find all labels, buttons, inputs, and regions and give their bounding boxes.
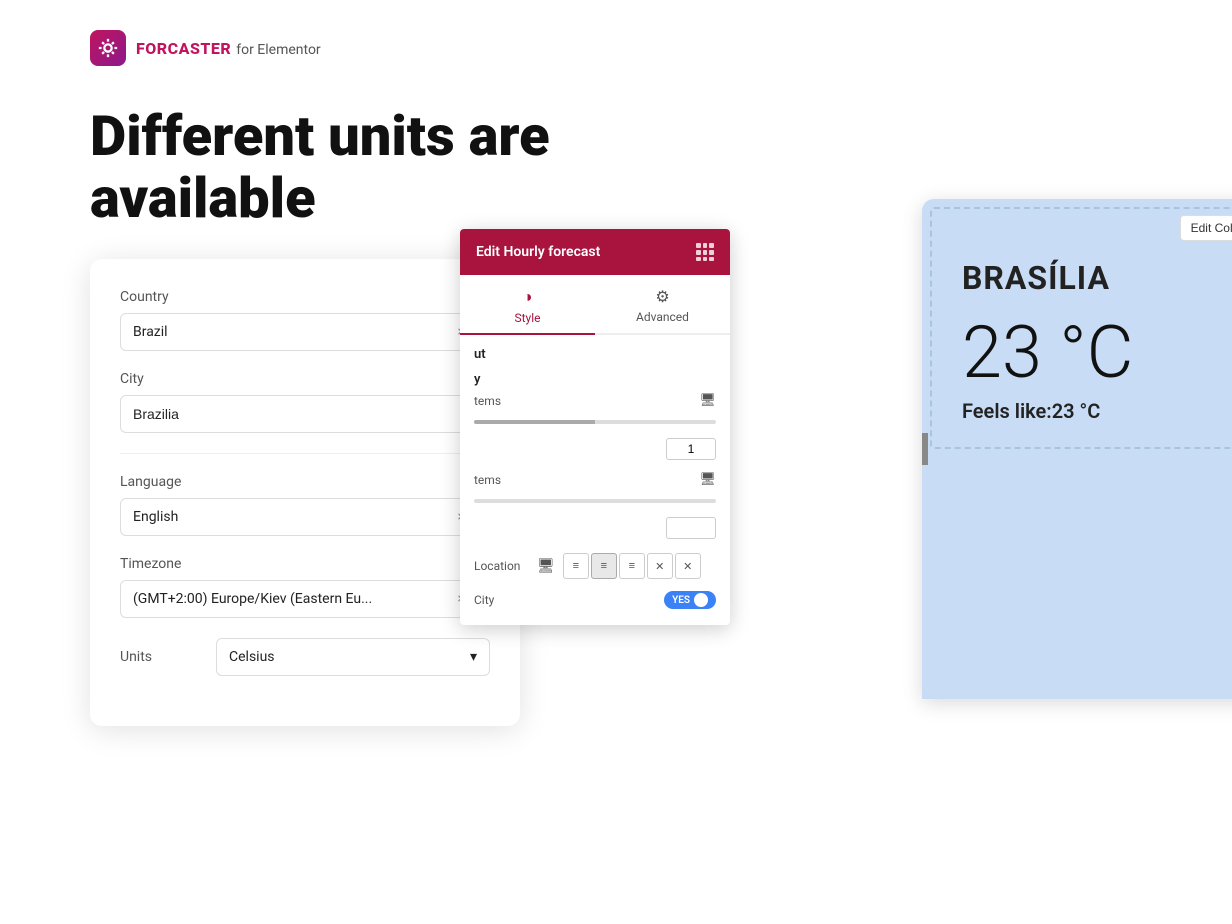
- align-right-btn[interactable]: ≡: [619, 553, 645, 579]
- edit-column-button[interactable]: Edit Column: [1180, 215, 1232, 241]
- weather-temperature: 23 °C: [962, 317, 1232, 389]
- panel-tabs: ◑ Style ⚙ Advanced: [460, 275, 730, 335]
- monitor-icon-1: 🖥: [699, 393, 716, 408]
- tab-advanced-label: Advanced: [636, 310, 689, 324]
- city-toggle[interactable]: YES: [664, 591, 716, 609]
- monitor-icon-2: 🖥: [699, 472, 716, 487]
- page-title: Different units are available: [90, 106, 640, 229]
- logo-text: FORCASTER for Elementor: [136, 39, 321, 58]
- section-label-1: ut: [474, 347, 716, 362]
- items-label-tems-2: tems: [474, 473, 501, 487]
- weather-preview-card: Edit Column ▣ ‹ BRASÍLIA 23 °C Feels lik…: [922, 199, 1232, 699]
- number-input-2[interactable]: [666, 517, 716, 539]
- style-icon: ◑: [523, 287, 533, 307]
- advanced-icon: ⚙: [655, 287, 669, 306]
- panel-slider-1[interactable]: [474, 420, 716, 424]
- align-buttons: ≡ ≡ ≡ ✕ ✕: [563, 553, 701, 579]
- edit-panel-title: Edit Hourly forecast: [476, 244, 600, 260]
- timezone-field: Timezone (GMT+2:00) Europe/Kiev (Eastern…: [120, 556, 490, 618]
- align-center-btn[interactable]: ≡: [591, 553, 617, 579]
- panel-slider-2[interactable]: [474, 499, 716, 503]
- collapse-arrow[interactable]: ‹: [922, 433, 928, 465]
- units-select[interactable]: Celsius ▾: [216, 638, 490, 676]
- tab-advanced[interactable]: ⚙ Advanced: [595, 275, 730, 333]
- country-value: Brazil: [133, 324, 457, 340]
- location-label: Location: [474, 559, 529, 573]
- header: FORCASTER for Elementor: [0, 0, 1232, 86]
- panel-content: ut y tems 🖥 tems 🖥 Locat: [460, 335, 730, 625]
- tab-style-label: Style: [514, 311, 540, 325]
- logo-icon: [90, 30, 126, 66]
- items-label-y: y: [474, 372, 716, 387]
- align-x2-btn[interactable]: ✕: [675, 553, 701, 579]
- language-value: English: [133, 509, 457, 525]
- weather-feels-like: Feels like:23 °C: [962, 399, 1232, 423]
- location-row: Location 🖥 ≡ ≡ ≡ ✕ ✕: [474, 553, 716, 579]
- main-content: Country Brazil × ▾ City Language English…: [0, 259, 1232, 726]
- timezone-value: (GMT+2:00) Europe/Kiev (Eastern Eu...: [133, 591, 457, 607]
- units-label: Units: [120, 649, 200, 665]
- city-toggle-row: City YES: [474, 587, 716, 613]
- language-select[interactable]: English × ▾: [120, 498, 490, 536]
- logo-sub: for Elementor: [236, 42, 320, 58]
- weather-city-name: BRASÍLIA: [962, 259, 1232, 297]
- items-row-1: tems 🖥: [474, 393, 716, 408]
- settings-form-card: Country Brazil × ▾ City Language English…: [90, 259, 520, 726]
- edit-panel: Edit Hourly forecast ◑ Style ⚙ Advanced …: [460, 229, 730, 625]
- logo-brand: FORCASTER: [136, 39, 231, 58]
- items-label-tems: tems: [474, 394, 501, 408]
- items-row-2: tems 🖥: [474, 472, 716, 487]
- timezone-select[interactable]: (GMT+2:00) Europe/Kiev (Eastern Eu... × …: [120, 580, 490, 618]
- country-select[interactable]: Brazil × ▾: [120, 313, 490, 351]
- units-field: Units Celsius ▾: [120, 638, 490, 676]
- country-label: Country: [120, 289, 490, 305]
- language-label: Language: [120, 474, 490, 490]
- edit-panel-header: Edit Hourly forecast: [460, 229, 730, 275]
- country-field: Country Brazil × ▾: [120, 289, 490, 351]
- tab-style[interactable]: ◑ Style: [460, 275, 595, 333]
- units-chevron-icon: ▾: [470, 649, 477, 665]
- card-divider: [120, 453, 490, 454]
- number-input-1[interactable]: [666, 438, 716, 460]
- toggle-circle: [694, 593, 708, 607]
- location-monitor-icon: 🖥: [537, 558, 555, 574]
- units-row: Units Celsius ▾: [120, 638, 490, 676]
- timezone-label: Timezone: [120, 556, 490, 572]
- toggle-yes-text: YES: [672, 595, 690, 606]
- units-value: Celsius: [229, 649, 275, 665]
- city-input[interactable]: [120, 395, 490, 433]
- align-left-btn[interactable]: ≡: [563, 553, 589, 579]
- city-toggle-label: City: [474, 593, 494, 607]
- grid-icon[interactable]: [696, 243, 714, 261]
- city-field: City: [120, 371, 490, 433]
- align-x1-btn[interactable]: ✕: [647, 553, 673, 579]
- city-label: City: [120, 371, 490, 387]
- language-field: Language English × ▾: [120, 474, 490, 536]
